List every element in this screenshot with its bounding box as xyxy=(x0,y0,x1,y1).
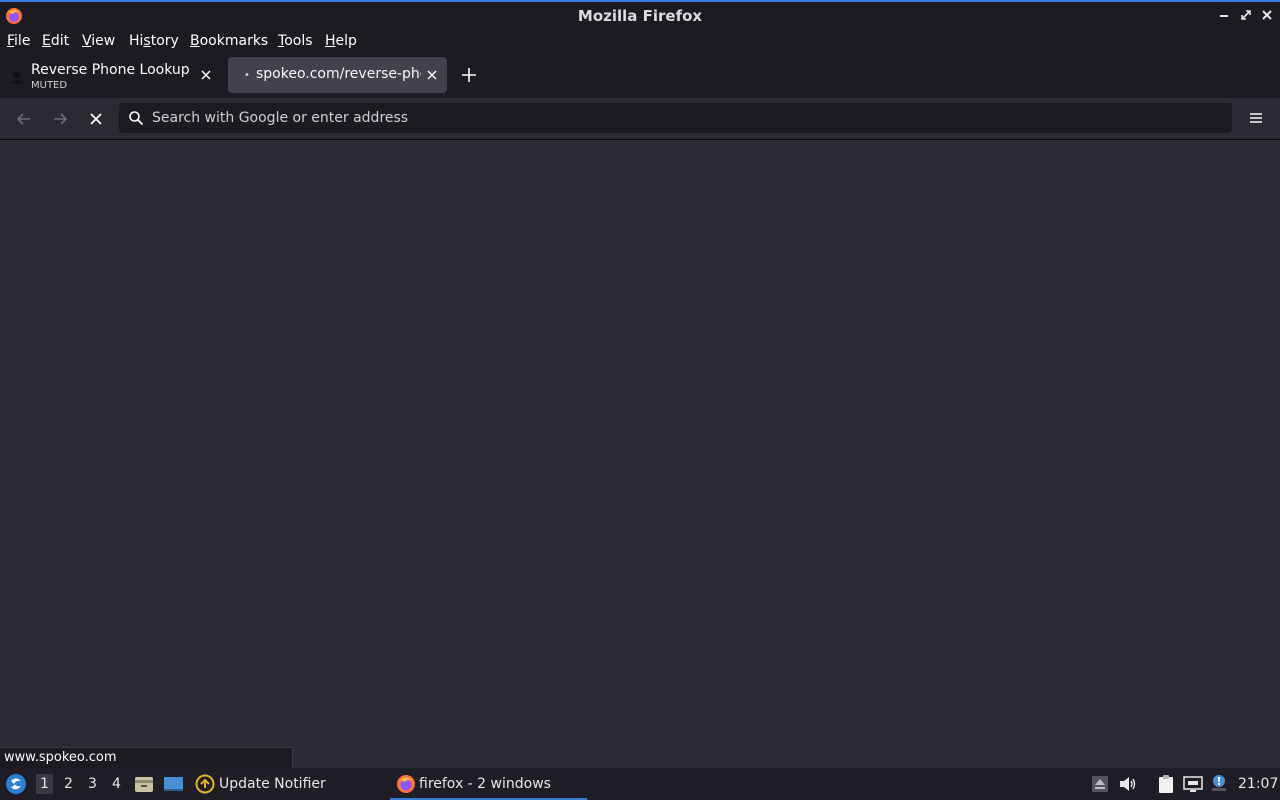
tab-close-icon[interactable] xyxy=(200,68,212,84)
menu-edit[interactable]: Edit xyxy=(42,33,69,49)
close-icon[interactable] xyxy=(1260,8,1274,22)
address-bar[interactable] xyxy=(119,103,1232,133)
tab-muted-label: MUTED xyxy=(31,80,68,91)
notification-icon[interactable] xyxy=(1209,773,1229,793)
tab-spokeo-active[interactable]: • spokeo.com/reverse-phone-lookup xyxy=(228,57,447,93)
start-menu-icon[interactable] xyxy=(5,773,27,795)
menu-file[interactable]: File xyxy=(7,33,30,49)
minimize-icon[interactable] xyxy=(1217,8,1231,22)
spokeo-favicon-icon xyxy=(11,71,23,84)
tab-title: Reverse Phone Lookup | Find xyxy=(31,62,193,78)
navigation-bar xyxy=(0,98,1280,140)
url-input[interactable] xyxy=(152,106,1212,130)
desktop-icon[interactable] xyxy=(163,775,184,793)
menu-bookmarks[interactable]: Bookmarks xyxy=(190,33,268,49)
menu-bar: File Edit View History Bookmarks Tools H… xyxy=(0,29,1280,54)
workspace-3[interactable]: 3 xyxy=(88,776,97,792)
tab-reverse-phone-lookup[interactable]: Reverse Phone Lookup | Find MUTED xyxy=(4,58,222,94)
new-tab-button[interactable] xyxy=(460,66,478,87)
title-bar: Mozilla Firefox xyxy=(0,0,1280,29)
workspace-1[interactable]: 1 xyxy=(36,774,53,794)
firefox-task[interactable]: firefox - 2 windows xyxy=(390,768,587,800)
maximize-icon[interactable] xyxy=(1239,8,1253,22)
tab-strip: Reverse Phone Lookup | Find MUTED • spok… xyxy=(0,54,1280,98)
loading-indicator: • xyxy=(244,70,250,81)
tab-title: spokeo.com/reverse-phone-lookup xyxy=(256,66,421,82)
forward-icon[interactable] xyxy=(48,107,72,131)
update-notifier-icon xyxy=(195,774,215,794)
window-title: Mozilla Firefox xyxy=(577,7,703,25)
page-content[interactable] xyxy=(0,140,1280,768)
stop-icon[interactable] xyxy=(84,107,108,131)
menu-tools[interactable]: Tools xyxy=(278,33,313,49)
back-icon[interactable] xyxy=(12,107,36,131)
search-icon xyxy=(129,111,144,126)
update-notifier-label: Update Notifier xyxy=(219,776,326,792)
link-status-bar: www.spokeo.com xyxy=(0,747,293,768)
volume-icon[interactable] xyxy=(1118,775,1138,793)
eject-icon[interactable] xyxy=(1091,775,1109,793)
menu-history[interactable]: History xyxy=(129,33,179,49)
menu-view[interactable]: View xyxy=(82,33,115,49)
app-menu-icon[interactable] xyxy=(1246,108,1266,128)
firefox-task-label: firefox - 2 windows xyxy=(419,776,551,792)
workspace-4[interactable]: 4 xyxy=(112,776,121,792)
tab-close-icon[interactable] xyxy=(426,68,438,84)
file-manager-icon[interactable] xyxy=(134,775,154,793)
network-icon[interactable] xyxy=(1183,775,1203,793)
clock: 21:07 xyxy=(1238,776,1279,792)
menu-help[interactable]: Help xyxy=(325,33,357,49)
workspace-2[interactable]: 2 xyxy=(64,776,73,792)
firefox-icon xyxy=(397,775,415,793)
clipboard-icon[interactable] xyxy=(1156,774,1176,794)
taskbar: 1 2 3 4 Update Notifier firefox - 2 wind… xyxy=(0,768,1280,800)
